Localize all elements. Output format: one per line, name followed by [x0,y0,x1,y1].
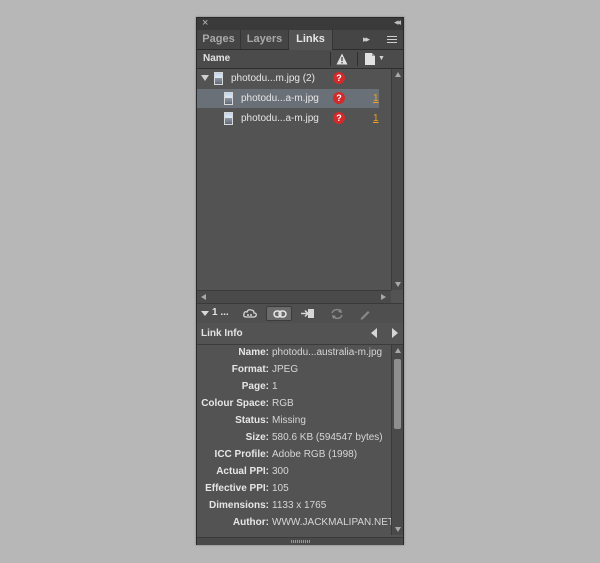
scrollbar-thumb[interactable] [394,359,401,429]
link-name: photodu...m.jpg (2) [231,73,315,84]
pencil-icon [360,311,370,320]
update-link-button[interactable] [324,306,350,321]
show-info-toggle-icon[interactable] [201,311,209,316]
info-key: Author: [232,517,269,528]
info-row-size: Size: 580.6 KB (594547 bytes) [197,430,391,447]
disclosure-triangle-icon[interactable] [201,75,209,81]
info-value: Adobe RGB (1998) [272,449,358,460]
link-info-fields: Name: photodu...australia-m.jpg Format: … [197,345,391,535]
info-value: 1133 x 1765 [272,500,327,511]
resize-grip-icon[interactable] [291,540,311,543]
info-value: 580.6 KB (594547 bytes) [272,432,383,443]
link-name: photodu...a-m.jpg [241,113,319,124]
page-link[interactable]: 1 [373,89,379,108]
scroll-down-icon[interactable] [395,282,401,287]
link-name: photodu...a-m.jpg [241,93,319,104]
panel-footer [197,537,403,545]
image-thumbnail-icon [224,112,233,125]
cloud-icon [243,309,257,318]
info-key: Effective PPI: [205,483,269,494]
panel-menu-icon[interactable] [383,34,397,45]
image-thumbnail-icon [224,92,233,105]
info-key: Actual PPI: [216,466,269,477]
info-row-name: Name: photodu...australia-m.jpg [197,345,391,362]
info-key: Format: [231,364,269,375]
next-link-icon[interactable] [392,328,398,338]
info-key: Size: [245,432,269,443]
info-key: Page: [241,381,269,392]
scroll-down-icon[interactable] [395,527,401,532]
column-name[interactable]: Name [203,53,230,64]
tab-layers[interactable]: Layers [241,30,289,49]
missing-link-icon: ? [333,72,345,84]
info-row-icc-profile: ICC Profile: Adobe RGB (1998) [197,447,391,464]
links-panel: × ◂◂ Pages Layers Links ▸▸ Name ▼ photod… [196,17,404,545]
info-key: Name: [238,347,269,358]
scroll-up-icon[interactable] [395,348,401,353]
info-value: 1 [272,381,278,392]
link-info-title: Link Info [201,328,243,339]
info-key: Status: [235,415,269,426]
info-value: Missing [272,415,306,426]
page-icon[interactable] [365,53,375,65]
previous-link-icon[interactable] [371,328,377,338]
links-toolbar: 1 ... [197,303,403,324]
go-to-link-button[interactable] [295,306,321,321]
info-row-author: Author: WWW.JACKMALIPAN.NET [197,515,391,532]
column-header: Name ▼ [197,50,403,69]
chevron-down-icon[interactable]: ▼ [378,55,385,62]
warning-icon[interactable] [336,53,348,65]
go-to-link-icon [301,309,314,318]
info-value: JPEG [272,364,299,375]
link-info-header: Link Info [197,323,403,345]
link-row[interactable]: photodu...a-m.jpg ? 1 [197,109,379,128]
link-chain-icon [273,310,287,318]
info-row-colour-space: Colour Space: RGB [197,396,391,413]
missing-link-icon: ? [333,92,345,104]
cloud-link-button[interactable] [237,306,263,321]
info-key: Colour Space: [201,398,269,409]
info-vertical-scrollbar[interactable] [391,345,403,535]
edit-original-button[interactable] [353,306,379,321]
image-thumbnail-icon [214,72,223,85]
selected-count: 1 ... [212,307,229,318]
info-value: WWW.JACKMALIPAN.NET [272,517,391,528]
info-row-actual-ppi: Actual PPI: 300 [197,464,391,481]
info-row-format: Format: JPEG [197,362,391,379]
panel-titlebar[interactable]: × ◂◂ [197,17,403,30]
info-value: RGB [272,398,294,409]
close-icon[interactable]: × [202,17,208,29]
info-row-effective-ppi: Effective PPI: 105 [197,481,391,498]
scroll-up-icon[interactable] [395,72,401,77]
refresh-icon [331,308,343,320]
link-group-row[interactable]: photodu...m.jpg (2) ? [197,69,379,88]
link-row[interactable]: photodu...a-m.jpg ? 1 [197,89,379,108]
scroll-left-icon[interactable] [201,294,206,300]
page-link[interactable]: 1 [373,109,379,128]
tab-pages[interactable]: Pages [197,30,241,49]
info-row-dimensions: Dimensions: 1133 x 1765 [197,498,391,515]
links-list: photodu...m.jpg (2) ? photodu...a-m.jpg … [197,69,391,308]
info-value: photodu...australia-m.jpg [272,347,383,358]
info-value: 300 [272,466,289,477]
missing-link-icon: ? [333,112,345,124]
info-key: ICC Profile: [214,449,269,460]
info-row-status: Status: Missing [197,413,391,430]
column-divider [357,52,358,66]
relink-button[interactable] [266,306,292,321]
expand-panel-icon[interactable]: ▸▸ [363,30,370,49]
info-value: 105 [272,483,289,494]
panel-tabs: Pages Layers Links ▸▸ [197,30,403,50]
scroll-right-icon[interactable] [381,294,386,300]
info-row-page: Page: 1 [197,379,391,396]
tab-links[interactable]: Links [289,30,333,50]
column-divider [330,52,331,66]
info-key: Dimensions: [208,500,269,511]
links-horizontal-scrollbar[interactable] [197,290,391,303]
collapse-icon[interactable]: ◂◂ [394,17,401,28]
links-vertical-scrollbar[interactable] [391,69,403,290]
